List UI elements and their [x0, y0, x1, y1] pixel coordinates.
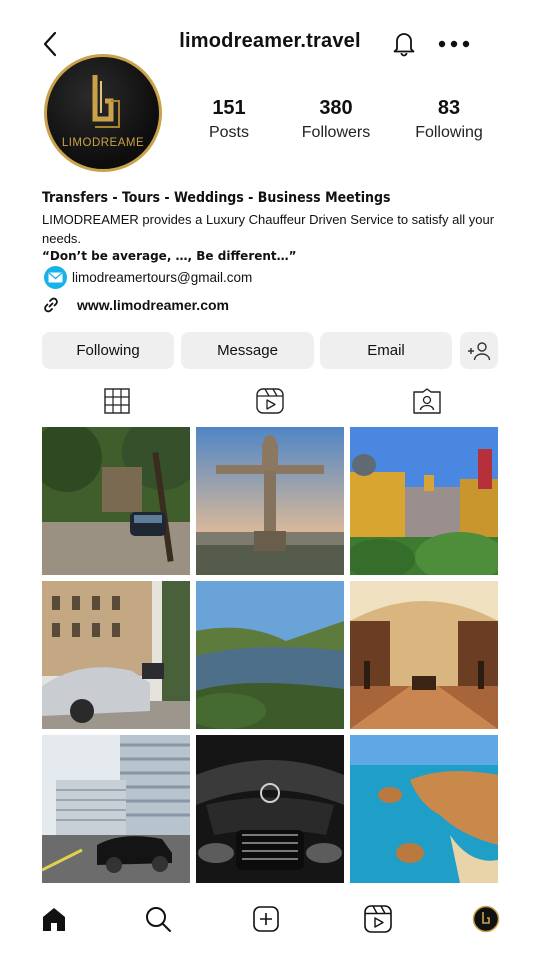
- email-link[interactable]: limodreamertours@gmail.com: [44, 265, 252, 289]
- posts-grid-icon: [104, 388, 130, 414]
- post-car-grille[interactable]: [196, 735, 344, 883]
- more-options-button[interactable]: [437, 37, 471, 49]
- post-river-valley[interactable]: [196, 581, 344, 729]
- tagged-icon: [413, 388, 441, 414]
- posts-count[interactable]: 151 Posts: [174, 97, 284, 142]
- content-tabs: [42, 386, 498, 416]
- bio-headline: Transfers - Tours - Weddings - Business …: [42, 190, 391, 206]
- nav-reels[interactable]: [363, 904, 393, 934]
- add-user-icon: [468, 341, 491, 360]
- post-library-hall[interactable]: [350, 581, 498, 729]
- profile-avatar[interactable]: LIMODREAME: [44, 54, 162, 172]
- more-horizontal-icon: [438, 40, 470, 48]
- following-count[interactable]: 83 Following: [394, 97, 504, 142]
- bio-description: LIMODREAMER provides a Luxury Chauffeur …: [42, 212, 495, 246]
- post-pena-palace[interactable]: [350, 427, 498, 575]
- post-modern-building[interactable]: [42, 735, 190, 883]
- bell-icon: [393, 33, 415, 57]
- add-user-button[interactable]: [460, 332, 498, 369]
- email-button[interactable]: Email: [320, 332, 452, 369]
- post-garden-car[interactable]: [42, 427, 190, 575]
- followers-count[interactable]: 380 Followers: [281, 97, 391, 142]
- nav-home[interactable]: [39, 904, 69, 934]
- nav-profile[interactable]: [471, 904, 501, 934]
- reels-icon: [364, 905, 392, 933]
- website-text: www.limodreamer.com: [77, 297, 229, 313]
- following-button[interactable]: Following: [42, 332, 174, 369]
- website-link[interactable]: www.limodreamer.com: [42, 293, 229, 317]
- post-hotel-car[interactable]: [42, 581, 190, 729]
- link-icon: [44, 297, 58, 313]
- post-beach-cliffs[interactable]: [350, 735, 498, 883]
- following-count-value: 83: [437, 97, 461, 119]
- avatar-brand-text: LIMODREAME: [61, 137, 145, 149]
- posts-count-value: 151: [212, 97, 246, 119]
- reels-icon: [256, 388, 284, 414]
- message-button[interactable]: Message: [181, 332, 314, 369]
- following-count-label: Following: [415, 124, 483, 141]
- nav-search[interactable]: [143, 904, 173, 934]
- tab-posts[interactable]: [102, 386, 132, 416]
- email-text: limodreamertours@gmail.com: [72, 269, 253, 285]
- followers-count-label: Followers: [301, 124, 371, 141]
- tab-reels[interactable]: [255, 386, 285, 416]
- notifications-button[interactable]: [391, 29, 417, 57]
- logo-icon: [92, 75, 120, 128]
- search-icon: [146, 907, 171, 932]
- mail-icon: [44, 265, 67, 289]
- followers-count-value: 380: [319, 97, 353, 119]
- post-christ-statue[interactable]: [196, 427, 344, 575]
- tab-tagged[interactable]: [412, 386, 442, 416]
- posts-count-label: Posts: [208, 124, 249, 141]
- create-icon: [253, 906, 279, 932]
- profile-avatar-icon: [472, 905, 500, 933]
- bio-quote: “Don’t be average, …, Be different…”: [42, 249, 297, 263]
- nav-create[interactable]: [251, 904, 281, 934]
- home-icon: [43, 908, 65, 931]
- bottom-navigation: [0, 900, 540, 940]
- profile-bio: Transfers - Tours - Weddings - Business …: [42, 190, 512, 263]
